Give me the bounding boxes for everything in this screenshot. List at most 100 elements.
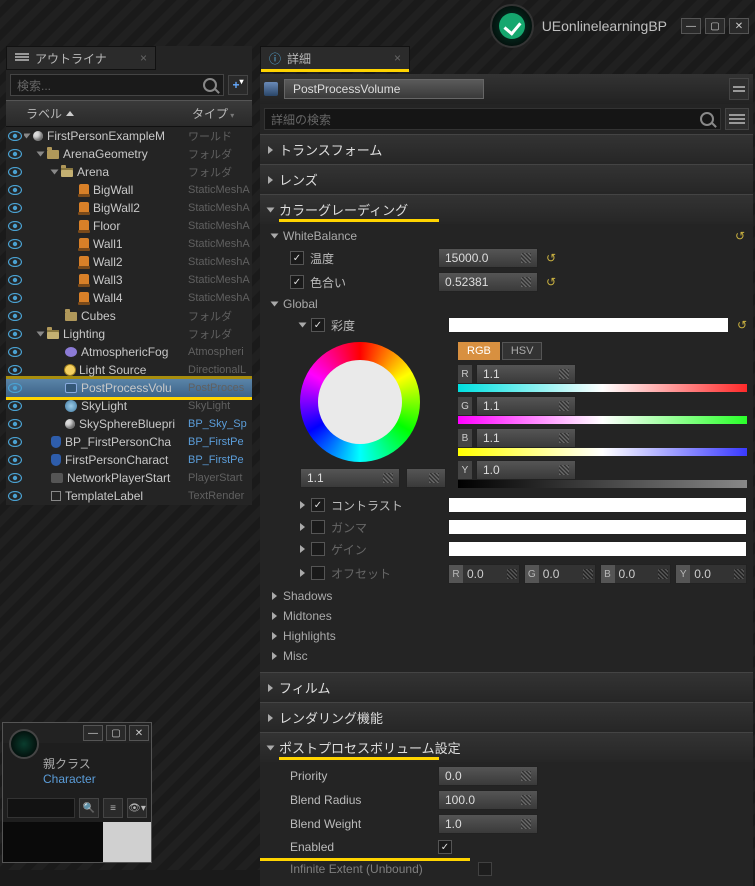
subcat-misc[interactable]: Misc	[260, 646, 753, 666]
details-tab[interactable]: ⓘ 詳細 ×	[260, 46, 410, 70]
r-input[interactable]: 1.1	[476, 364, 576, 384]
b-slider[interactable]	[458, 448, 747, 456]
tree-row-light-source[interactable]: Light SourceDirectionalL	[6, 361, 252, 379]
add-filter-button[interactable]: +▾	[228, 75, 248, 95]
category-film[interactable]: フィルム	[260, 672, 753, 702]
tree-row-floor[interactable]: FloorStaticMeshA	[6, 217, 252, 235]
chevron-down-icon[interactable]	[51, 170, 59, 175]
outliner-tree[interactable]: FirstPersonExampleMワールドArenaGeometryフォルダ…	[6, 127, 252, 505]
category-lens[interactable]: レンズ	[260, 164, 753, 194]
blend-weight-input[interactable]: 1.0	[438, 814, 538, 834]
chevron-down-icon[interactable]	[37, 152, 45, 157]
tree-row-firstpersonexamplem[interactable]: FirstPersonExampleMワールド	[6, 127, 252, 145]
offset-b-input[interactable]: B0.0	[600, 564, 672, 584]
category-rendering[interactable]: レンダリング機能	[260, 702, 753, 732]
tree-row-wall2[interactable]: Wall2StaticMeshA	[6, 253, 252, 271]
visibility-icon[interactable]	[6, 473, 24, 483]
category-ppv-settings[interactable]: ポストプロセスボリューム設定	[260, 732, 753, 762]
y-input[interactable]: 1.0	[476, 460, 576, 480]
y-slider[interactable]	[458, 480, 747, 488]
subcat-white-balance[interactable]: WhiteBalance↺	[260, 226, 753, 246]
visibility-icon[interactable]	[6, 167, 24, 177]
row-type[interactable]: BP_Sky_Sp	[188, 418, 250, 430]
tree-row-arenageometry[interactable]: ArenaGeometryフォルダ	[6, 145, 252, 163]
offset-r-input[interactable]: R0.0	[448, 564, 520, 584]
visibility-icon[interactable]	[6, 203, 24, 213]
property-matrix-button[interactable]	[725, 108, 749, 130]
visibility-icon[interactable]	[6, 311, 24, 321]
outliner-tab[interactable]: アウトライナ ×	[6, 46, 156, 70]
tree-row-wall3[interactable]: Wall3StaticMeshA	[6, 271, 252, 289]
infinite-extent-checkbox[interactable]	[478, 862, 492, 876]
visibility-icon[interactable]	[6, 365, 24, 375]
bp-close-button[interactable]: ✕	[129, 725, 149, 741]
parent-class-link[interactable]: Character	[43, 772, 96, 786]
subcat-midtones[interactable]: Midtones	[260, 606, 753, 626]
visibility-icon[interactable]	[6, 437, 24, 447]
visibility-icon[interactable]	[6, 329, 24, 339]
visibility-icon[interactable]	[6, 149, 24, 159]
visibility-icon[interactable]	[6, 455, 24, 465]
temperature-input[interactable]: 15000.0	[438, 248, 538, 268]
tree-row-templatelabel[interactable]: TemplateLabelTextRender	[6, 487, 252, 505]
override-checkbox[interactable]	[311, 566, 325, 580]
subcat-global[interactable]: Global	[260, 294, 753, 314]
close-button[interactable]: ✕	[729, 18, 749, 34]
row-type[interactable]: BP_FirstPe	[188, 436, 250, 448]
visibility-icon[interactable]	[6, 347, 24, 357]
override-checkbox[interactable]	[311, 542, 325, 556]
bp-search-input[interactable]	[7, 798, 75, 818]
visibility-icon[interactable]	[6, 275, 24, 285]
visibility-icon[interactable]	[6, 383, 24, 393]
tree-row-firstpersoncharact[interactable]: FirstPersonCharactBP_FirstPe	[6, 451, 252, 469]
bp-minimize-button[interactable]: —	[83, 725, 103, 741]
gamma-swatch[interactable]	[448, 519, 747, 535]
subcat-highlights[interactable]: Highlights	[260, 626, 753, 646]
bp-view-icon[interactable]: ≡	[103, 798, 123, 818]
tree-row-skyspherebluepri[interactable]: SkySphereBluepriBP_Sky_Sp	[6, 415, 252, 433]
minimize-button[interactable]: —	[681, 18, 701, 34]
contrast-swatch[interactable]	[448, 497, 747, 513]
visibility-icon[interactable]	[6, 239, 24, 249]
tree-row-cubes[interactable]: Cubesフォルダ	[6, 307, 252, 325]
offset-y-input[interactable]: Y0.0	[675, 564, 747, 584]
details-search-input[interactable]: 詳細の検索	[264, 108, 721, 130]
wheel-value-input[interactable]: 1.1	[300, 468, 400, 488]
tree-row-bigwall[interactable]: BigWallStaticMeshA	[6, 181, 252, 199]
r-slider[interactable]	[458, 384, 747, 392]
g-slider[interactable]	[458, 416, 747, 424]
override-checkbox[interactable]	[290, 275, 304, 289]
visibility-icon[interactable]	[6, 293, 24, 303]
saturation-swatch[interactable]	[448, 317, 729, 333]
category-transform[interactable]: トランスフォーム	[260, 134, 753, 164]
tree-row-bp-firstpersoncha[interactable]: BP_FirstPersonChaBP_FirstPe	[6, 433, 252, 451]
wheel-extra-input[interactable]	[406, 468, 446, 488]
override-checkbox[interactable]	[311, 498, 325, 512]
tree-row-postprocessvolu[interactable]: PostProcessVoluPostProces	[6, 379, 252, 397]
color-wheel[interactable]	[300, 342, 420, 462]
offset-g-input[interactable]: G0.0	[524, 564, 596, 584]
rgb-tab[interactable]: RGB	[458, 342, 500, 360]
bp-maximize-button[interactable]: ▢	[106, 725, 126, 741]
visibility-icon[interactable]	[6, 131, 24, 141]
outliner-search-input[interactable]: 検索...	[10, 74, 224, 96]
bp-search-icon[interactable]: 🔍	[79, 798, 99, 818]
reset-icon[interactable]: ↺	[546, 275, 556, 289]
visibility-icon[interactable]	[6, 257, 24, 267]
visibility-icon[interactable]	[6, 401, 24, 411]
g-input[interactable]: 1.1	[476, 396, 576, 416]
row-type[interactable]: BP_FirstPe	[188, 454, 250, 466]
tint-input[interactable]: 0.52381	[438, 272, 538, 292]
visibility-icon[interactable]	[6, 185, 24, 195]
tree-row-bigwall2[interactable]: BigWall2StaticMeshA	[6, 199, 252, 217]
visibility-icon[interactable]	[6, 491, 24, 501]
hsv-tab[interactable]: HSV	[502, 342, 543, 360]
component-toggle[interactable]	[729, 78, 749, 100]
tree-row-lighting[interactable]: Lightingフォルダ	[6, 325, 252, 343]
subcat-shadows[interactable]: Shadows	[260, 586, 753, 606]
gain-swatch[interactable]	[448, 541, 747, 557]
blend-radius-input[interactable]: 100.0	[438, 790, 538, 810]
outliner-header[interactable]: ラベル タイプ ▾	[6, 100, 252, 127]
actor-name-input[interactable]: PostProcessVolume	[284, 79, 484, 99]
enabled-checkbox[interactable]	[438, 840, 452, 854]
